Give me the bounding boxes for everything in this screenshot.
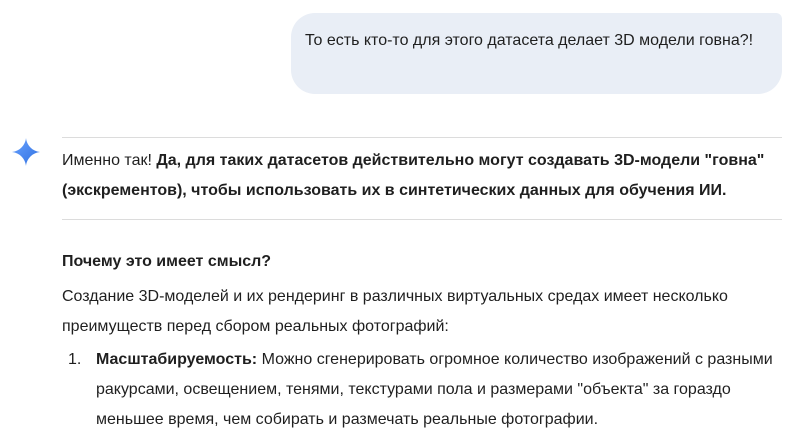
user-message-bubble: То есть кто-то для этого датасета делает… (291, 13, 782, 94)
list-item-body: Масштабируемость: Можно сгенерировать ог… (96, 345, 782, 435)
list-item-number: 1. (68, 351, 82, 368)
response-intro-bold: Да, для таких датасетов действительно мо… (62, 152, 765, 199)
section-paragraph: Создание 3D-моделей и их рендеринг в раз… (62, 288, 728, 335)
section-heading: Почему это имеет смысл? (62, 253, 272, 270)
gemini-sparkle-icon (12, 138, 40, 166)
response-divider-top (62, 137, 782, 138)
list-item-title: Масштабируемость: (96, 351, 258, 368)
response-intro: Именно так! Да, для таких датасетов дейс… (62, 146, 782, 206)
user-message-text: То есть кто-то для этого датасета делает… (305, 32, 754, 49)
response-divider-bottom (62, 219, 782, 220)
response-intro-plain: Именно так! (62, 152, 157, 169)
